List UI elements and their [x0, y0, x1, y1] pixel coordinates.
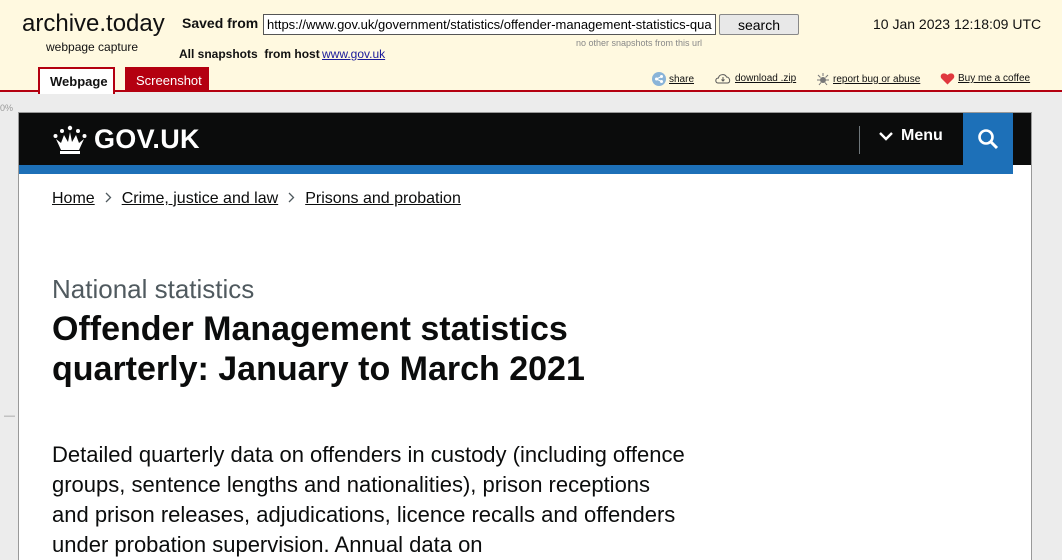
archive-header: archive.today webpage capture Saved from…: [0, 0, 1062, 94]
page-caption: National statistics: [52, 274, 255, 304]
govuk-logo-text: GOV.UK: [94, 124, 200, 154]
chevron-right-icon: [288, 190, 295, 208]
download-label: download .zip: [735, 72, 797, 84]
search-icon: [978, 129, 999, 150]
menu-label: Menu: [901, 127, 943, 144]
report-label: report bug or abuse: [833, 73, 921, 85]
share-label: share: [669, 73, 695, 85]
report-link[interactable]: report bug or abuse: [816, 72, 920, 86]
zoom-marker: 0%: [0, 103, 14, 113]
all-snapshots-label: All snapshots from host: [179, 47, 320, 61]
tab-screenshot[interactable]: Screenshot: [125, 67, 209, 92]
captured-page: GOV.UK Menu Home Crime, justice and law …: [18, 112, 1032, 560]
url-input[interactable]: [263, 14, 716, 35]
breadcrumb-prisons-probation[interactable]: Prisons and probation: [305, 190, 461, 208]
search-button[interactable]: search: [719, 14, 799, 35]
archive-subtitle: webpage capture: [46, 40, 139, 54]
all-snapshots-text: All snapshots: [179, 47, 258, 61]
share-icon: [652, 72, 666, 86]
no-snapshots-note: no other snapshots from this url: [576, 38, 703, 48]
breadcrumb: Home Crime, justice and law Prisons and …: [52, 190, 461, 208]
govuk-search-button[interactable]: [963, 113, 1013, 165]
capture-date: 10 Jan 2023 12:18:09 UTC: [873, 16, 1042, 32]
crown-icon: [53, 125, 87, 154]
breadcrumb-crime-justice-law[interactable]: Crime, justice and law: [122, 190, 279, 208]
share-link[interactable]: share: [652, 72, 694, 86]
govuk-header: GOV.UK Menu: [19, 113, 1031, 165]
chevron-right-icon: [105, 190, 112, 208]
header-blue-strip: [19, 165, 1013, 174]
page-lede: Detailed quarterly data on offenders in …: [52, 442, 685, 557]
download-link[interactable]: download .zip: [714, 72, 796, 84]
heart-icon: [940, 73, 955, 85]
menu-button[interactable]: Menu: [879, 127, 943, 145]
chevron-down-icon: [879, 132, 893, 141]
breadcrumb-home[interactable]: Home: [52, 190, 95, 208]
page-title: Offender Management statistics quarterly…: [52, 310, 585, 388]
side-marker: —: [4, 410, 15, 422]
host-link[interactable]: www.gov.uk: [322, 47, 385, 61]
cloud-download-icon: [715, 74, 731, 84]
coffee-label: Buy me a coffee: [958, 73, 1031, 84]
archive-logo[interactable]: archive.today: [22, 10, 165, 38]
govuk-logo-link[interactable]: GOV.UK: [52, 124, 200, 155]
from-host-text: from host: [264, 47, 320, 61]
bug-icon: [817, 73, 829, 86]
saved-from-label: Saved from: [182, 15, 259, 31]
coffee-link[interactable]: Buy me a coffee: [940, 72, 1030, 85]
menu-divider: [859, 126, 860, 154]
tab-webpage[interactable]: Webpage: [38, 67, 115, 94]
